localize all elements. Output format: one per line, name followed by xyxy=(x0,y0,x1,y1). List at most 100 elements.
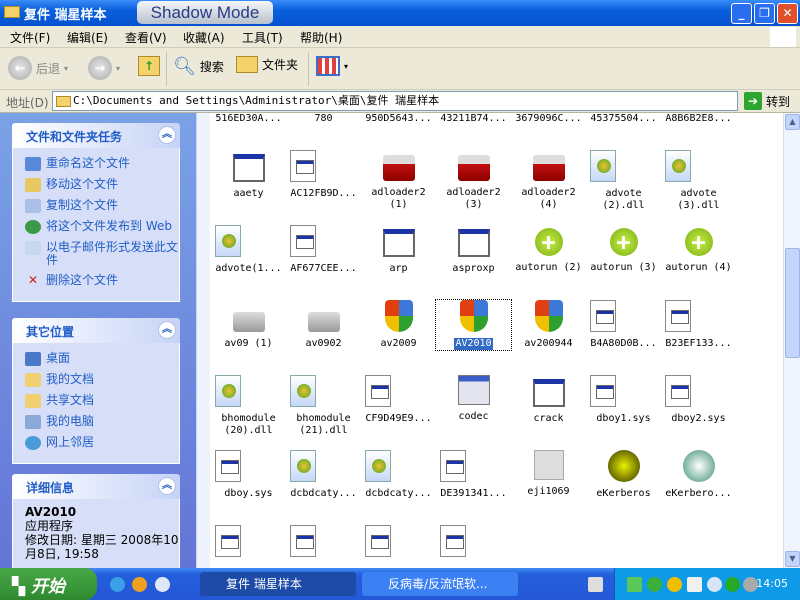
taskbar-item-browser[interactable]: 反病毒/反流氓软... xyxy=(362,572,518,596)
back-button[interactable]: ← 后退 ▾ xyxy=(8,56,68,80)
task-copy[interactable]: 复制这个文件 xyxy=(25,199,179,213)
menu-edit[interactable]: 编辑(E) xyxy=(67,29,108,46)
umbrella-tray-icon[interactable] xyxy=(725,577,740,592)
menu-tools[interactable]: 工具(T) xyxy=(242,29,283,46)
file-item[interactable]: B4A80D0B... xyxy=(586,300,661,350)
file-item[interactable]: + autorun (3) xyxy=(586,225,661,274)
doc-file-icon xyxy=(440,450,466,482)
minimize-button[interactable]: _ xyxy=(731,3,752,24)
file-item[interactable]: asproxp xyxy=(436,225,511,275)
file-item[interactable]: adloader2 (3) xyxy=(436,150,511,211)
file-item[interactable]: + autorun (4) xyxy=(661,225,736,274)
go-button[interactable]: ➔ 转到 xyxy=(744,92,790,110)
place-my-computer[interactable]: 我的电脑 xyxy=(25,415,179,429)
file-item[interactable]: AV2010 xyxy=(435,299,512,351)
wand-tray-icon[interactable] xyxy=(667,577,682,592)
outlook-icon[interactable] xyxy=(155,577,170,592)
file-item[interactable]: dboy2.sys xyxy=(661,375,736,425)
task-pane-scrollbar[interactable] xyxy=(196,113,210,568)
file-item[interactable]: DE391341... xyxy=(436,450,511,500)
file-item[interactable]: dcbdcaty... xyxy=(286,450,361,500)
file-tasks-header[interactable]: 文件和文件夹任务 ︽ xyxy=(12,123,180,148)
file-item[interactable]: A8B6B2E8... xyxy=(661,113,736,125)
task-publish-web[interactable]: 将这个文件发布到 Web xyxy=(25,220,179,234)
outlook-tray-icon[interactable] xyxy=(707,577,722,592)
file-item[interactable]: eji1069 xyxy=(511,450,586,498)
task-rename[interactable]: 重命名这个文件 xyxy=(25,157,179,171)
file-item[interactable]: 780 xyxy=(286,113,361,125)
taskbar-item-folder[interactable]: 复件 瑞星样本 xyxy=(200,572,356,596)
file-item[interactable]: B23EF133... xyxy=(661,300,736,350)
ie-icon[interactable] xyxy=(110,577,125,592)
menu-help[interactable]: 帮助(H) xyxy=(300,29,342,46)
task-move[interactable]: 移动这个文件 xyxy=(25,178,179,192)
other-places-header[interactable]: 其它位置 ︽ xyxy=(12,318,180,343)
file-item[interactable]: crack xyxy=(511,375,586,425)
file-item[interactable]: 516ED30A... xyxy=(211,113,286,125)
file-item[interactable]: advote(1... xyxy=(211,225,286,275)
file-item[interactable]: dboy.sys xyxy=(211,450,286,500)
file-item[interactable]: adloader2 (4) xyxy=(511,150,586,211)
shield-tray-icon[interactable] xyxy=(647,577,662,592)
file-item[interactable] xyxy=(361,525,436,568)
scroll-thumb[interactable] xyxy=(785,248,800,358)
file-item[interactable]: 3679096C... xyxy=(511,113,586,125)
file-item[interactable]: AC12FB9D... xyxy=(286,150,361,200)
details-header[interactable]: 详细信息 ︽ xyxy=(12,474,180,499)
file-item[interactable]: 950D5643... xyxy=(361,113,436,125)
file-item[interactable]: aaety xyxy=(211,150,286,200)
file-item[interactable]: advote (2).dll xyxy=(586,150,661,212)
restore-button[interactable]: ❐ xyxy=(754,3,775,24)
search-button[interactable]: 🔍︎ 搜索 xyxy=(173,56,224,77)
file-item[interactable]: dboy1.sys xyxy=(586,375,661,425)
forward-button[interactable]: → ▾ xyxy=(88,56,120,80)
file-item[interactable]: av2009 xyxy=(361,300,436,350)
file-item[interactable]: av09 (1) xyxy=(211,300,286,350)
file-item[interactable]: CF9D49E9... xyxy=(361,375,436,425)
file-item[interactable]: codec xyxy=(436,375,511,423)
file-item[interactable]: advote (3).dll xyxy=(661,150,736,212)
place-my-documents[interactable]: 我的文档 xyxy=(25,373,179,387)
up-folder-button[interactable]: ↑ xyxy=(138,56,160,76)
scroll-up-button[interactable]: ▲ xyxy=(785,114,800,130)
file-item[interactable]: av200944 xyxy=(511,300,586,350)
place-network[interactable]: 网上邻居 xyxy=(25,436,179,450)
file-item[interactable] xyxy=(286,525,361,568)
file-item[interactable]: bhomodule (20).dll xyxy=(211,375,286,437)
close-button[interactable]: ✕ xyxy=(777,3,798,24)
menu-file[interactable]: 文件(F) xyxy=(10,29,50,46)
file-item[interactable]: bhomodule (21).dll xyxy=(286,375,361,437)
network-tray-icon[interactable] xyxy=(627,577,642,592)
file-item[interactable]: 45375504... xyxy=(586,113,661,125)
qq-icon[interactable] xyxy=(132,577,147,592)
menu-view[interactable]: 查看(V) xyxy=(125,29,167,46)
plus-file-icon: + xyxy=(609,228,638,256)
file-item[interactable]: eKerbero... xyxy=(661,450,736,500)
folders-button[interactable]: 文件夹 xyxy=(236,56,298,73)
views-button[interactable]: ▾ xyxy=(316,56,348,76)
keyboard-icon[interactable] xyxy=(588,577,603,592)
file-item[interactable]: dcbdcaty... xyxy=(361,450,436,500)
place-shared-documents[interactable]: 共享文档 xyxy=(25,394,179,408)
file-item[interactable] xyxy=(436,525,511,568)
file-item[interactable]: adloader2 (1) xyxy=(361,150,436,211)
file-item[interactable]: AF677CEE... xyxy=(286,225,361,275)
file-item[interactable] xyxy=(211,525,286,568)
file-item[interactable]: 43211B74... xyxy=(436,113,511,125)
file-item[interactable]: eKerberos xyxy=(586,450,661,500)
task-email[interactable]: 以电子邮件形式发送此文件 xyxy=(25,241,179,267)
menu-favorites[interactable]: 收藏(A) xyxy=(183,29,225,46)
address-input[interactable]: C:\Documents and Settings\Administrator\… xyxy=(52,91,738,111)
collapse-icon[interactable]: ︽ xyxy=(158,126,176,144)
app-tray-icon[interactable] xyxy=(687,577,702,592)
scroll-down-button[interactable]: ▼ xyxy=(785,551,800,567)
collapse-icon[interactable]: ︽ xyxy=(158,477,176,495)
file-item[interactable]: + autorun (2) xyxy=(511,225,586,274)
task-delete[interactable]: ✕ 删除这个文件 xyxy=(25,274,179,288)
collapse-icon[interactable]: ︽ xyxy=(158,321,176,339)
vertical-scrollbar[interactable]: ▲ ▼ xyxy=(783,113,800,568)
file-item[interactable]: arp xyxy=(361,225,436,275)
start-button[interactable]: ▚ 开始 xyxy=(0,568,97,600)
place-desktop[interactable]: 桌面 xyxy=(25,352,179,366)
file-item[interactable]: av0902 xyxy=(286,300,361,350)
